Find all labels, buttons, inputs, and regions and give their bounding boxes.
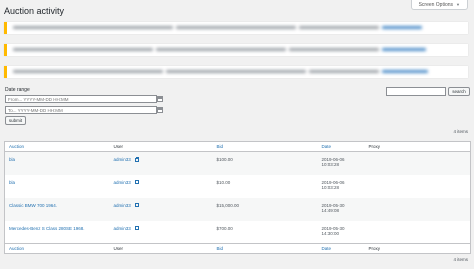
auction-link[interactable]: bla (9, 157, 15, 162)
external-link-icon[interactable] (134, 202, 140, 207)
column-footer-bid[interactable]: Bid (212, 243, 318, 254)
auction-activity-table: Auction User Bid Date Proxy bla admin33 … (4, 141, 471, 254)
column-footer-auction[interactable]: Auction (4, 243, 110, 254)
column-header-auction[interactable]: Auction (4, 141, 110, 152)
page-title: Auction activity (4, 6, 65, 16)
date-range-label: Date range (5, 87, 30, 93)
auction-link[interactable]: Classic BMW 700 1964. (9, 203, 57, 208)
screen-options-button[interactable]: Screen Options ▼ (410, 0, 468, 10)
bid-amount: $15,000.00 (216, 202, 240, 208)
calendar-icon[interactable] (157, 96, 163, 102)
column-footer-proxy: Proxy (364, 243, 471, 254)
column-header-date[interactable]: Date (317, 141, 365, 152)
bid-amount: $100.00 (216, 157, 233, 162)
column-header-proxy: Proxy (364, 141, 471, 152)
user-link[interactable]: admin33 (114, 226, 131, 231)
column-footer-user: User (109, 243, 213, 254)
caret-down-icon: ▼ (456, 2, 460, 7)
auction-link[interactable]: bla (9, 180, 15, 185)
external-link-icon[interactable] (134, 157, 140, 162)
items-count-top: 4 items (453, 129, 468, 134)
admin-notice-3 (4, 66, 468, 78)
bid-time: 14:49:08 (321, 207, 340, 213)
user-link[interactable]: admin33 (114, 203, 131, 208)
table-row: Classic BMW 700 1964. admin33 $15,000.00… (4, 197, 471, 221)
search-input[interactable] (386, 87, 446, 96)
bid-time: 10:03:28 (321, 162, 340, 167)
search-button[interactable]: search (448, 87, 470, 96)
table-row: bla admin33 $10.00 2019-06-06 10:03:28 (5, 175, 471, 198)
admin-notice-1 (4, 22, 468, 34)
screen-options-label: Screen Options (418, 1, 454, 8)
user-link[interactable]: admin33 (114, 180, 131, 185)
submit-button[interactable]: submit (5, 116, 26, 125)
user-link[interactable]: admin33 (114, 157, 131, 162)
table-row: Mercedes-Benz S Class 280SE 1968. admin3… (5, 221, 471, 244)
bid-time: 10:03:28 (321, 184, 340, 190)
date-to-input[interactable] (5, 106, 157, 114)
column-footer-date[interactable]: Date (317, 243, 365, 254)
table-row: bla admin33 $100.00 2019-06-06 10:03:28 (4, 151, 471, 175)
column-header-user: User (109, 141, 213, 152)
items-count-bottom: 4 items (453, 257, 468, 262)
auction-link[interactable]: Mercedes-Benz S Class 280SE 1968. (9, 226, 85, 231)
date-from-input[interactable] (5, 95, 157, 103)
external-link-icon[interactable] (134, 179, 140, 184)
bid-amount: $10.00 (216, 179, 231, 185)
column-header-bid[interactable]: Bid (212, 141, 318, 152)
external-link-icon[interactable] (134, 225, 140, 230)
bid-amount: $700.00 (216, 225, 233, 231)
admin-notice-2 (4, 44, 468, 56)
bid-time: 14:30:00 (321, 230, 340, 236)
calendar-icon[interactable] (157, 107, 163, 113)
